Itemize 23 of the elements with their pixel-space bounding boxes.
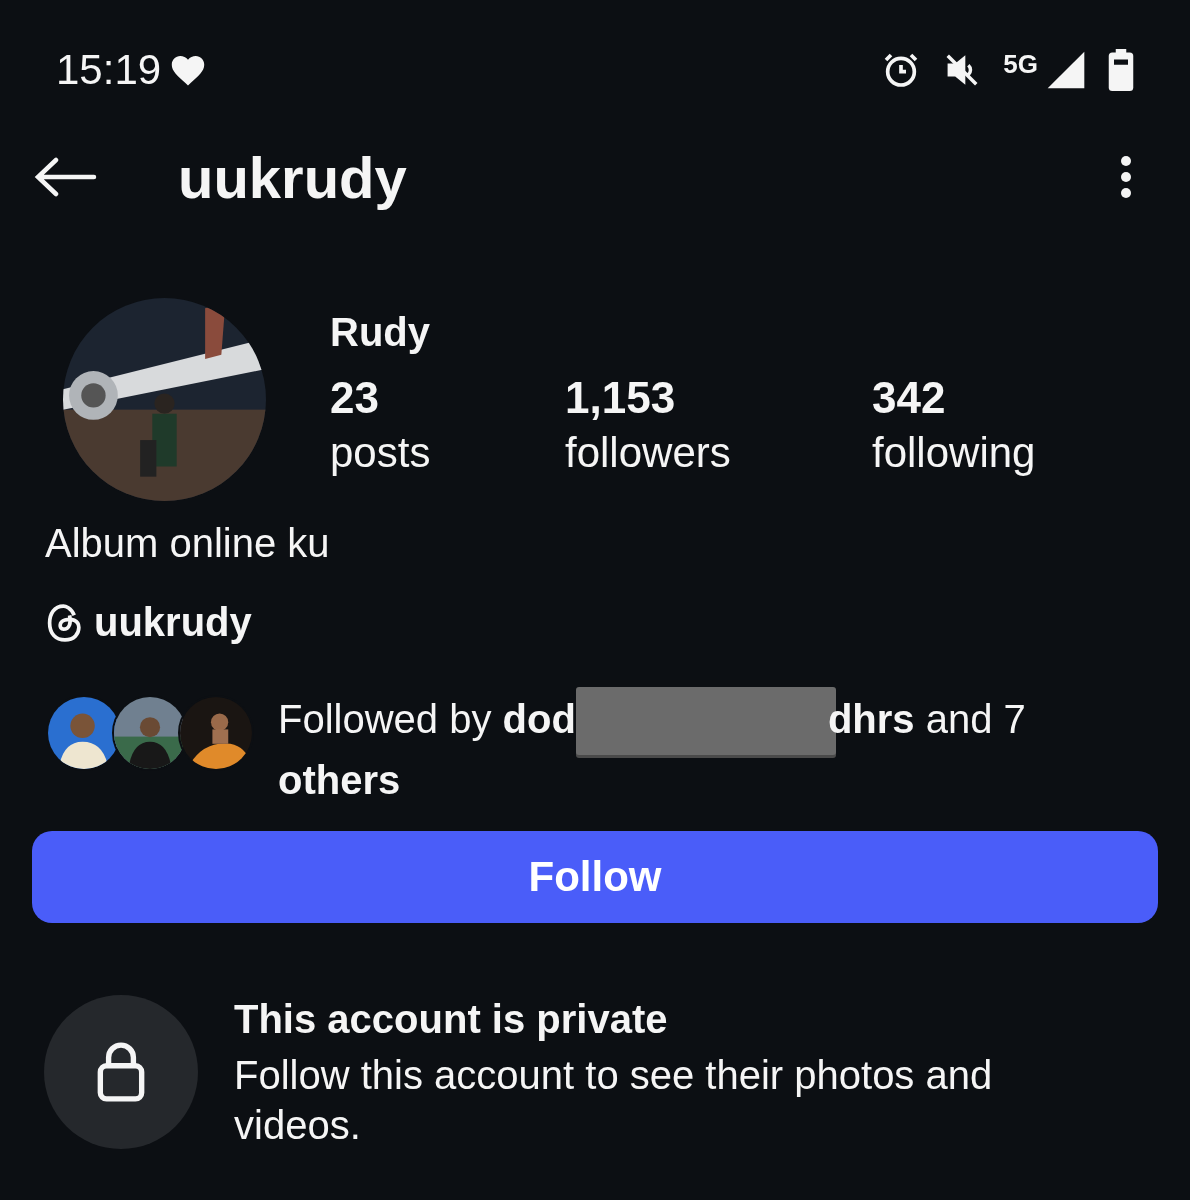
network-label: 5G [1003,49,1038,80]
threads-link[interactable]: uukrudy [46,600,252,645]
stat-count[interactable]: 342 [872,373,1092,423]
stat-label[interactable]: following [872,429,1092,477]
stat-count[interactable]: 23 [330,373,565,423]
back-button[interactable] [34,157,98,197]
private-message: Follow this account to see their photos and videos. [234,1051,994,1149]
stat-label[interactable]: followers [565,429,872,477]
profile-username: uukrudy [178,143,408,211]
profile-bio: Album online ku [45,521,331,566]
followed-by-text: others [278,757,401,802]
followed-by-text: Followed by dod [278,696,576,741]
followed-by-text: dhrs and 7 [827,696,1026,741]
threads-logo [46,602,84,643]
stat-label[interactable]: posts [330,429,565,477]
private-title: This account is private [234,996,669,1042]
signal-icon [1046,50,1086,90]
battery-icon [1108,49,1134,91]
stat-count[interactable]: 1,153 [565,373,872,423]
status-time: 15:19 [56,46,162,94]
follow-button[interactable]: Follow [32,830,1158,923]
profile-name: Rudy [330,310,431,355]
more-options-button[interactable] [1120,155,1132,199]
